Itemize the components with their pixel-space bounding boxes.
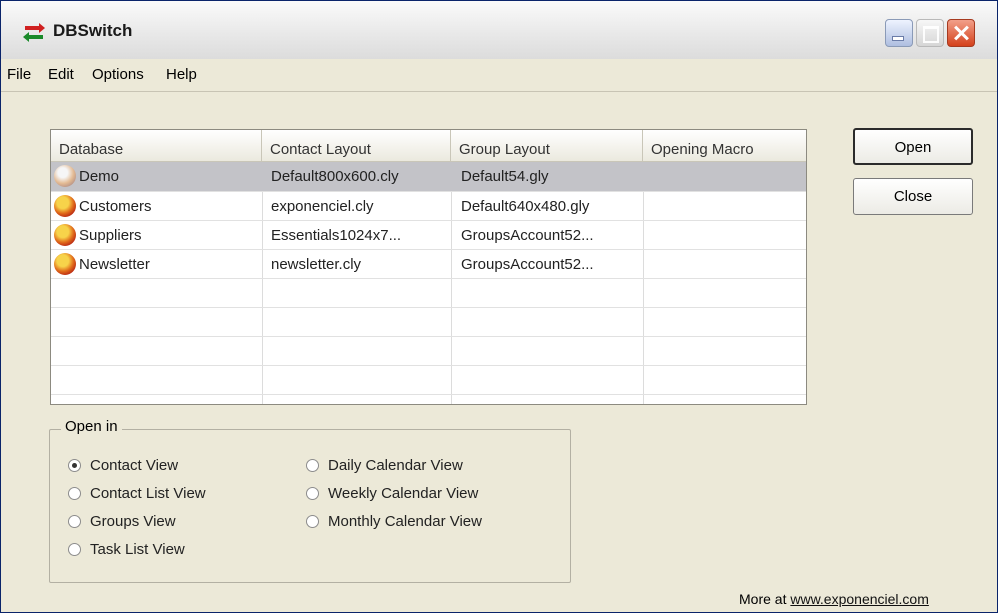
- menu-file[interactable]: File: [7, 66, 31, 83]
- radio-label: Daily Calendar View: [328, 457, 463, 474]
- radio-unchecked-icon: [306, 515, 319, 528]
- radio-unchecked-icon: [68, 515, 81, 528]
- radio-label: Task List View: [90, 541, 185, 558]
- database-icon: [54, 165, 76, 187]
- open-in-label: Open in: [61, 418, 122, 435]
- radio-label: Monthly Calendar View: [328, 513, 482, 530]
- radio-unchecked-icon: [306, 459, 319, 472]
- table-row[interactable]: Newsletter newsletter.cly GroupsAccount5…: [51, 250, 806, 279]
- grid-line: [51, 336, 806, 337]
- cell-database: Suppliers: [79, 227, 142, 244]
- radio-label: Contact List View: [90, 485, 206, 502]
- cell-group-layout: GroupsAccount52...: [461, 227, 594, 244]
- radio-label: Groups View: [90, 513, 176, 530]
- grid-line: [51, 365, 806, 366]
- menu-edit[interactable]: Edit: [48, 66, 74, 83]
- database-icon: [54, 224, 76, 246]
- website-link[interactable]: www.exponenciel.com: [790, 591, 929, 607]
- menu-help[interactable]: Help: [166, 66, 197, 83]
- open-in-group: [49, 429, 571, 583]
- table-row[interactable]: Suppliers Essentials1024x7... GroupsAcco…: [51, 221, 806, 250]
- cell-contact-layout: Default800x600.cly: [271, 168, 399, 185]
- column-header-opening-macro[interactable]: Opening Macro: [643, 130, 806, 162]
- cell-group-layout: Default640x480.gly: [461, 198, 590, 215]
- cell-database: Demo: [79, 168, 120, 185]
- table-row[interactable]: Customers exponenciel.cly Default640x480…: [51, 192, 806, 221]
- minimize-button[interactable]: [885, 19, 913, 47]
- radio-label: Contact View: [90, 457, 179, 474]
- cell-contact-layout: exponenciel.cly: [271, 198, 374, 215]
- open-button[interactable]: Open: [853, 128, 973, 165]
- grid-line: [51, 394, 806, 395]
- cell-group-layout: Default54.gly: [461, 168, 549, 185]
- database-icon: [54, 253, 76, 275]
- radio-unchecked-icon: [68, 487, 81, 500]
- cell-contact-layout: Essentials1024x7...: [271, 227, 402, 244]
- cell-database: Newsletter: [79, 256, 150, 273]
- arrows-switch-icon: [23, 23, 45, 42]
- menu-options[interactable]: Options: [92, 66, 144, 83]
- database-icon: [54, 195, 76, 217]
- more-at-text: More at: [739, 591, 787, 607]
- column-header-group-layout[interactable]: Group Layout: [451, 130, 643, 162]
- maximize-button[interactable]: [916, 19, 944, 47]
- table-row[interactable]: Demo Default800x600.cly Default54.gly: [51, 162, 806, 191]
- radio-checked-icon: [68, 459, 81, 472]
- database-list[interactable]: Database Contact Layout Group Layout Ope…: [50, 129, 807, 405]
- cell-contact-layout: newsletter.cly: [271, 256, 362, 273]
- radio-unchecked-icon: [306, 487, 319, 500]
- cell-group-layout: GroupsAccount52...: [461, 256, 594, 273]
- cell-database: Customers: [79, 198, 152, 215]
- window-title: DBSwitch: [53, 21, 133, 40]
- close-window-button[interactable]: [947, 19, 975, 47]
- menu-bar: File Edit Options Help: [1, 59, 997, 92]
- close-button[interactable]: Close: [853, 178, 973, 215]
- grid-line: [51, 307, 806, 308]
- radio-label: Weekly Calendar View: [328, 485, 479, 502]
- footer-more: More at www.exponenciel.com: [739, 591, 929, 607]
- title-bar[interactable]: DBSwitch: [1, 1, 997, 59]
- dbswitch-window: DBSwitch File Edit Options Help Database…: [0, 0, 998, 613]
- column-header-contact-layout[interactable]: Contact Layout: [262, 130, 451, 162]
- column-header-database[interactable]: Database: [51, 130, 262, 162]
- radio-unchecked-icon: [68, 543, 81, 556]
